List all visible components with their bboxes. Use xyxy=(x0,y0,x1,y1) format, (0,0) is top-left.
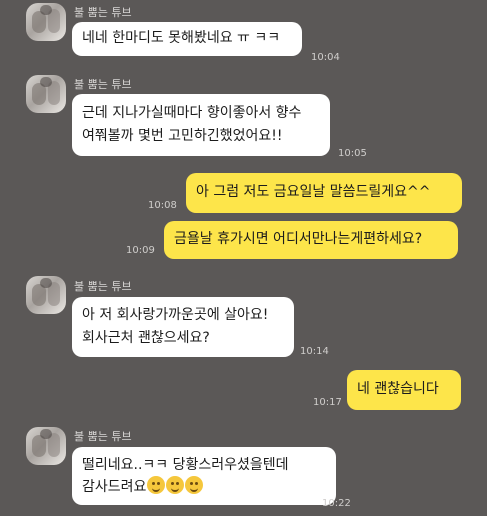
chat-window: 불 뿜는 튜브 네네 한마디도 못해봤네요 ㅠ ㅋㅋ 10:04 불 뿜는 튜브… xyxy=(0,0,487,516)
message-line: 금욜날 휴가시면 어디서만나는게편하세요? xyxy=(174,231,423,247)
message-line: 아 그럼 저도 금요일날 말씀드릴게요^^ xyxy=(196,184,431,200)
message-time: 10:08 xyxy=(148,200,177,211)
sender-name: 불 뿜는 튜브 xyxy=(74,78,132,91)
avatar[interactable] xyxy=(26,276,66,314)
avatar[interactable] xyxy=(26,3,66,41)
message-time: 10:14 xyxy=(300,346,329,357)
message-line-text: 감사드려요 xyxy=(82,479,147,495)
message-bubble[interactable]: 아 그럼 저도 금요일날 말씀드릴게요^^ xyxy=(186,173,462,213)
message-line: 아 저 회사랑가까운곳에 살아요! xyxy=(82,307,269,323)
message-line: 네 괜찮습니다 xyxy=(357,381,439,397)
message-time: 10:22 xyxy=(322,498,351,509)
sender-name: 불 뿜는 튜브 xyxy=(74,280,132,293)
message-time: 10:05 xyxy=(338,148,367,159)
message-bubble[interactable]: 아 저 회사랑가까운곳에 살아요! 회사근처 괜찮으세요? xyxy=(72,297,294,357)
smiling-face-emoji-icon xyxy=(147,476,166,494)
message-time: 10:09 xyxy=(126,245,155,256)
message-time: 10:17 xyxy=(313,397,342,408)
sender-name: 불 뿜는 튜브 xyxy=(74,6,132,19)
message-bubble[interactable]: 근데 지나가실때마다 향이좋아서 향수 여쭤볼까 몇번 고민하긴했었어요!! xyxy=(72,94,330,156)
message-line: 여쭤볼까 몇번 고민하긴했었어요!! xyxy=(82,128,283,144)
message-line: 근데 지나가실때마다 향이좋아서 향수 xyxy=(82,105,302,121)
message-bubble[interactable]: 네 괜찮습니다 xyxy=(347,370,461,410)
sender-name: 불 뿜는 튜브 xyxy=(74,430,132,443)
message-bubble[interactable]: 네네 한마디도 못해봤네요 ㅠ ㅋㅋ xyxy=(72,22,302,56)
message-line: 감사드려요 xyxy=(82,476,326,498)
message-time: 10:04 xyxy=(311,52,340,63)
message-line: 회사근처 괜찮으세요? xyxy=(82,330,210,346)
message-bubble[interactable]: 금욜날 휴가시면 어디서만나는게편하세요? xyxy=(164,221,458,259)
avatar[interactable] xyxy=(26,427,66,465)
avatar[interactable] xyxy=(26,75,66,113)
smiling-face-emoji-icon xyxy=(166,476,185,494)
message-bubble[interactable]: 떨리네요..ㅋㅋ 당황스러우셨을텐데 감사드려요 xyxy=(72,447,336,505)
message-line: 떨리네요..ㅋㅋ 당황스러우셨을텐데 xyxy=(82,457,289,473)
message-line: 네네 한마디도 못해봤네요 ㅠ ㅋㅋ xyxy=(82,30,281,46)
smiling-face-emoji-icon xyxy=(185,476,204,494)
